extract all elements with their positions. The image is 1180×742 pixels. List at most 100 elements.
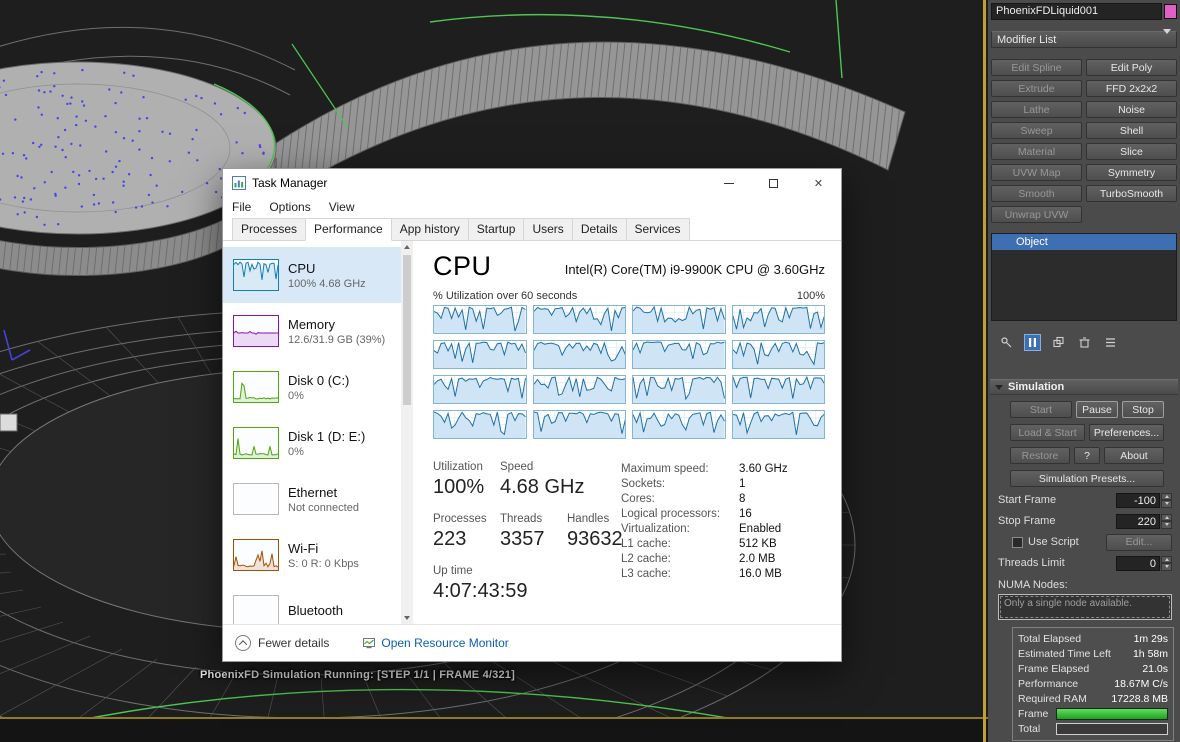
- modifier-button-unwrap-uvw[interactable]: Unwrap UVW: [991, 206, 1082, 223]
- modifier-button-shell[interactable]: Shell: [1086, 122, 1177, 139]
- sidebar-item-ethernet[interactable]: Ethernet Not connected: [223, 471, 401, 527]
- stack-item-object[interactable]: Object: [992, 234, 1176, 250]
- numa-nodes-list[interactable]: Only a single node available.: [998, 594, 1172, 620]
- stop-frame-field[interactable]: 220: [1116, 513, 1160, 529]
- scroll-down-icon[interactable]: [404, 612, 410, 624]
- help-button[interactable]: ?: [1074, 447, 1100, 464]
- minimize-button[interactable]: [706, 169, 751, 197]
- command-panel: PhoenixFDLiquid001 Modifier List Edit Sp…: [988, 0, 1180, 742]
- start-button[interactable]: Start: [1010, 401, 1072, 418]
- resource-monitor-icon: [363, 638, 376, 649]
- start-frame-spinner[interactable]: [1161, 492, 1172, 508]
- show-end-result-icon[interactable]: [1024, 333, 1041, 351]
- configure-modifier-sets-icon[interactable]: [1102, 334, 1119, 351]
- pause-button[interactable]: Pause: [1076, 401, 1118, 418]
- preferences-button[interactable]: Preferences...: [1089, 424, 1164, 441]
- sidebar-item-bluetooth[interactable]: Bluetooth: [223, 583, 401, 624]
- sidebar-item-memory[interactable]: Memory 12.6/31.9 GB (39%): [223, 303, 401, 359]
- title-bar[interactable]: Task Manager ✕: [223, 169, 841, 197]
- simulation-rollout-header[interactable]: Simulation: [990, 379, 1178, 395]
- detail-label-maximum-speed: Maximum speed:: [621, 463, 709, 475]
- viewport-border-bottom: [0, 717, 988, 719]
- modifier-button-sweep[interactable]: Sweep: [991, 122, 1082, 139]
- object-color-swatch[interactable]: [1164, 4, 1177, 19]
- tab-details[interactable]: Details: [571, 218, 627, 241]
- modifier-button-noise[interactable]: Noise: [1086, 101, 1177, 118]
- modifier-stack[interactable]: Object: [991, 233, 1177, 321]
- threads-limit-spinner[interactable]: [1161, 555, 1172, 571]
- sidebar-item-disk-1-d-e[interactable]: Disk 1 (D: E:) 0%: [223, 415, 401, 471]
- threads-limit-field[interactable]: 0: [1116, 555, 1160, 571]
- modifier-button-smooth[interactable]: Smooth: [991, 185, 1082, 202]
- modifier-button-material[interactable]: Material: [991, 143, 1082, 160]
- pin-stack-icon[interactable]: [998, 334, 1015, 351]
- menu-bar: File Options View: [223, 197, 841, 217]
- core-graph-4: [433, 340, 527, 369]
- minimize-icon: [723, 182, 734, 184]
- make-unique-icon[interactable]: [1050, 334, 1067, 351]
- stop-button[interactable]: Stop: [1122, 401, 1164, 418]
- modifier-button-extrude[interactable]: Extrude: [991, 80, 1082, 97]
- modifier-button-ffd-2x2x2[interactable]: FFD 2x2x2: [1086, 80, 1177, 97]
- sim-stat-frame-elapsed: Frame Elapsed 21.0s: [1018, 661, 1168, 676]
- stat-up-time: Up time 4:07:43:59: [433, 565, 532, 603]
- task-manager-icon: [232, 176, 246, 190]
- sidebar-scrollbar[interactable]: [401, 241, 413, 624]
- modifier-button-lathe[interactable]: Lathe: [991, 101, 1082, 118]
- use-script-checkbox[interactable]: [1012, 536, 1023, 548]
- modifier-list-dropdown[interactable]: Modifier List: [991, 28, 1177, 48]
- viewport-widget[interactable]: [0, 413, 18, 432]
- start-frame-field[interactable]: -100: [1116, 492, 1160, 508]
- load-and-start-button[interactable]: Load & Start: [1010, 424, 1085, 441]
- about-button[interactable]: About: [1104, 447, 1164, 464]
- stop-frame-spinner[interactable]: [1161, 513, 1172, 529]
- sidebar-item-cpu[interactable]: CPU 100% 4.68 GHz: [223, 247, 401, 303]
- sidebar-item-disk-0-c[interactable]: Disk 0 (C:) 0%: [223, 359, 401, 415]
- modifier-button-edit-spline[interactable]: Edit Spline: [991, 59, 1082, 76]
- menu-item-view[interactable]: View: [329, 200, 355, 214]
- tab-app-history[interactable]: App history: [390, 218, 469, 241]
- open-resource-monitor-link[interactable]: Open Resource Monitor: [363, 636, 509, 650]
- detail-value-l2-cache: 2.0 MB: [739, 553, 776, 565]
- sidebar-item-detail: 12.6/31.9 GB (39%): [288, 333, 386, 346]
- core-graph-14: [632, 410, 726, 439]
- core-graph-12: [433, 410, 527, 439]
- menu-item-file[interactable]: File: [232, 200, 251, 214]
- cpu-thumbnail-graph: [233, 259, 279, 291]
- simulation-presets-button[interactable]: Simulation Presets...: [1010, 470, 1164, 487]
- modifier-button-uvw-map[interactable]: UVW Map: [991, 164, 1082, 181]
- detail-label-cores: Cores:: [621, 493, 655, 505]
- restore-button[interactable]: Restore: [1010, 447, 1070, 464]
- tab-services[interactable]: Services: [625, 218, 690, 241]
- stat-value: 223: [433, 528, 467, 550]
- modifier-button-symmetry[interactable]: Symmetry: [1086, 164, 1177, 181]
- detail-label-sockets: Sockets:: [621, 478, 666, 490]
- detail-label-l3-cache: L3 cache:: [621, 568, 671, 580]
- tab-processes[interactable]: Processes: [232, 218, 307, 241]
- object-name-field[interactable]: PhoenixFDLiquid001: [991, 3, 1162, 20]
- tab-startup[interactable]: Startup: [467, 218, 525, 241]
- close-button[interactable]: ✕: [796, 169, 841, 197]
- modifier-button-turbosmooth[interactable]: TurboSmooth: [1086, 185, 1177, 202]
- sidebar-item-detail: 0%: [288, 445, 304, 458]
- detail-value-cores: 8: [739, 493, 746, 505]
- edit-script-button[interactable]: Edit...: [1106, 533, 1172, 551]
- menu-item-options[interactable]: Options: [269, 200, 310, 214]
- modifier-button-edit-poly[interactable]: Edit Poly: [1086, 59, 1177, 76]
- tab-performance[interactable]: Performance: [305, 218, 392, 241]
- tab-users[interactable]: Users: [523, 218, 573, 241]
- modifier-button-slice[interactable]: Slice: [1086, 143, 1177, 160]
- sim-stat-label: Total Elapsed: [1018, 632, 1082, 645]
- wi-fi-thumbnail-graph: [233, 539, 279, 571]
- remove-modifier-icon[interactable]: [1076, 334, 1093, 351]
- stack-toolbar: [992, 332, 1176, 352]
- scrollbar-thumb[interactable]: [403, 255, 411, 405]
- sidebar-item-detail: Not connected: [288, 501, 359, 514]
- maximize-button[interactable]: [751, 169, 796, 197]
- fewer-details-button[interactable]: Fewer details: [235, 635, 329, 651]
- task-manager-footer: Fewer details Open Resource Monitor: [223, 624, 841, 661]
- scroll-up-icon[interactable]: [404, 241, 410, 253]
- detail-value-l1-cache: 512 KB: [739, 538, 777, 550]
- cpu-details: Maximum speed: 3.60 GHz Sockets: 1 Cores: 8 Lo…: [621, 463, 825, 617]
- sidebar-item-wi-fi[interactable]: Wi-Fi S: 0 R: 0 Kbps: [223, 527, 401, 583]
